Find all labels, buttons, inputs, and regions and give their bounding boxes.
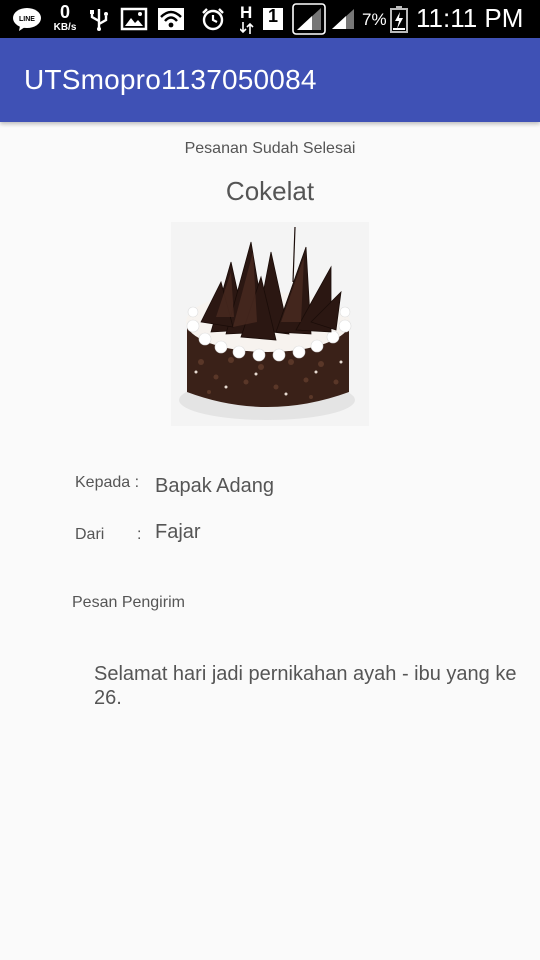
status-bar: LINE 0 KB/s H 1 7% 11:11 PM [0, 0, 540, 38]
order-detail: Pesanan Sudah Selesai Cokelat Kepada: B… [0, 122, 540, 960]
cake-name: Cokelat [225, 176, 315, 206]
signal-sim2-icon [330, 7, 356, 31]
sender-value: Fajar [155, 521, 201, 543]
network-type-h: H [240, 3, 253, 22]
sim-1-label: 1 [267, 6, 278, 26]
recipient-value: Bapak Adang [155, 475, 274, 497]
app-title: UTSmopro1137050084 [24, 64, 317, 95]
order-status-message: Pesanan Sudah Selesai [184, 140, 356, 157]
sender-message-label: Pesan Pengirim [72, 594, 185, 611]
status-time: 11:11 PM [416, 3, 524, 33]
line-app-icon: LINE [12, 7, 42, 31]
gallery-notification-icon [120, 7, 148, 31]
net-speed-unit: KB/s [53, 22, 77, 33]
sender-message: Selamat hari jadi pernikahan ayah - ibu … [94, 663, 517, 709]
recipient-label: Kepada : [75, 474, 140, 491]
usb-icon [88, 7, 110, 31]
wifi-notification-icon [157, 7, 185, 31]
data-arrows-icon [240, 22, 254, 34]
signal-sim1-icon [292, 3, 326, 35]
battery-charging-icon [390, 5, 408, 33]
sender-colon: : [137, 526, 142, 543]
alarm-icon [200, 7, 226, 31]
net-speed-value: 0 [59, 2, 70, 22]
app-bar: UTSmopro1137050084 [0, 38, 540, 122]
battery-percent: 7% [362, 10, 387, 29]
sender-label: Dari [75, 526, 105, 543]
line-app-label: LINE [19, 16, 35, 23]
cake-image [171, 222, 369, 426]
